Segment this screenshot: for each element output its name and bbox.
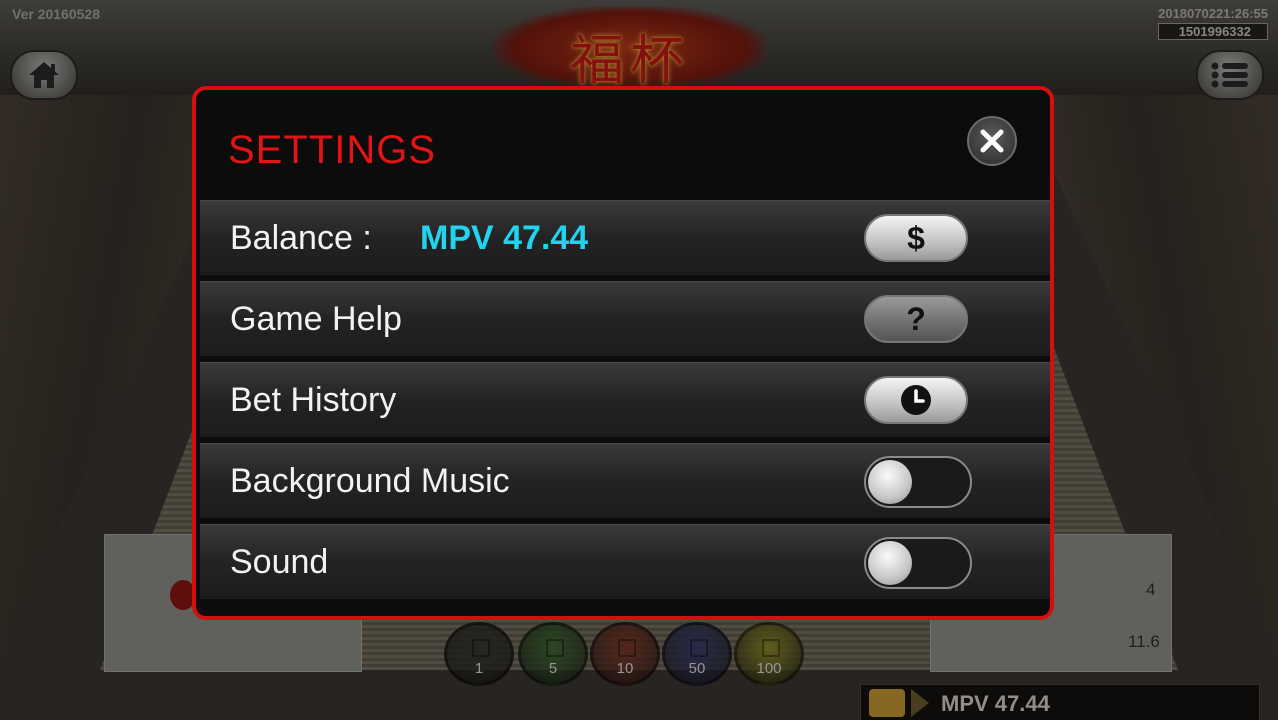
sound-label: Sound	[230, 543, 329, 581]
settings-row-background-music: Background Music	[200, 443, 1050, 518]
background-music-label: Background Music	[230, 462, 510, 500]
toggle-knob	[868, 541, 912, 585]
settings-row-sound: Sound	[200, 524, 1050, 599]
settings-dialog: SETTINGS Balance : MPV 47.44 $ Game Help…	[192, 86, 1054, 620]
settings-row-game-help: Game Help ?	[200, 281, 1050, 356]
dialog-title: SETTINGS	[228, 128, 437, 172]
question-icon: ?	[906, 300, 926, 337]
deposit-button[interactable]: $	[864, 214, 968, 262]
settings-row-bet-history: Bet History	[200, 362, 1050, 437]
dollar-icon: $	[907, 219, 925, 256]
sound-toggle[interactable]	[864, 537, 972, 589]
background-music-toggle[interactable]	[864, 456, 972, 508]
bet-history-label: Bet History	[230, 381, 397, 419]
close-button[interactable]	[967, 116, 1017, 166]
clock-icon	[901, 385, 931, 415]
balance-value: MPV 47.44	[420, 219, 589, 257]
settings-row-balance: Balance : MPV 47.44 $	[200, 200, 1050, 275]
bet-history-button[interactable]	[864, 376, 968, 424]
balance-label: Balance :	[230, 219, 372, 257]
close-icon	[980, 129, 1004, 153]
game-help-button[interactable]: ?	[864, 295, 968, 343]
toggle-knob	[868, 460, 912, 504]
game-help-label: Game Help	[230, 300, 402, 338]
